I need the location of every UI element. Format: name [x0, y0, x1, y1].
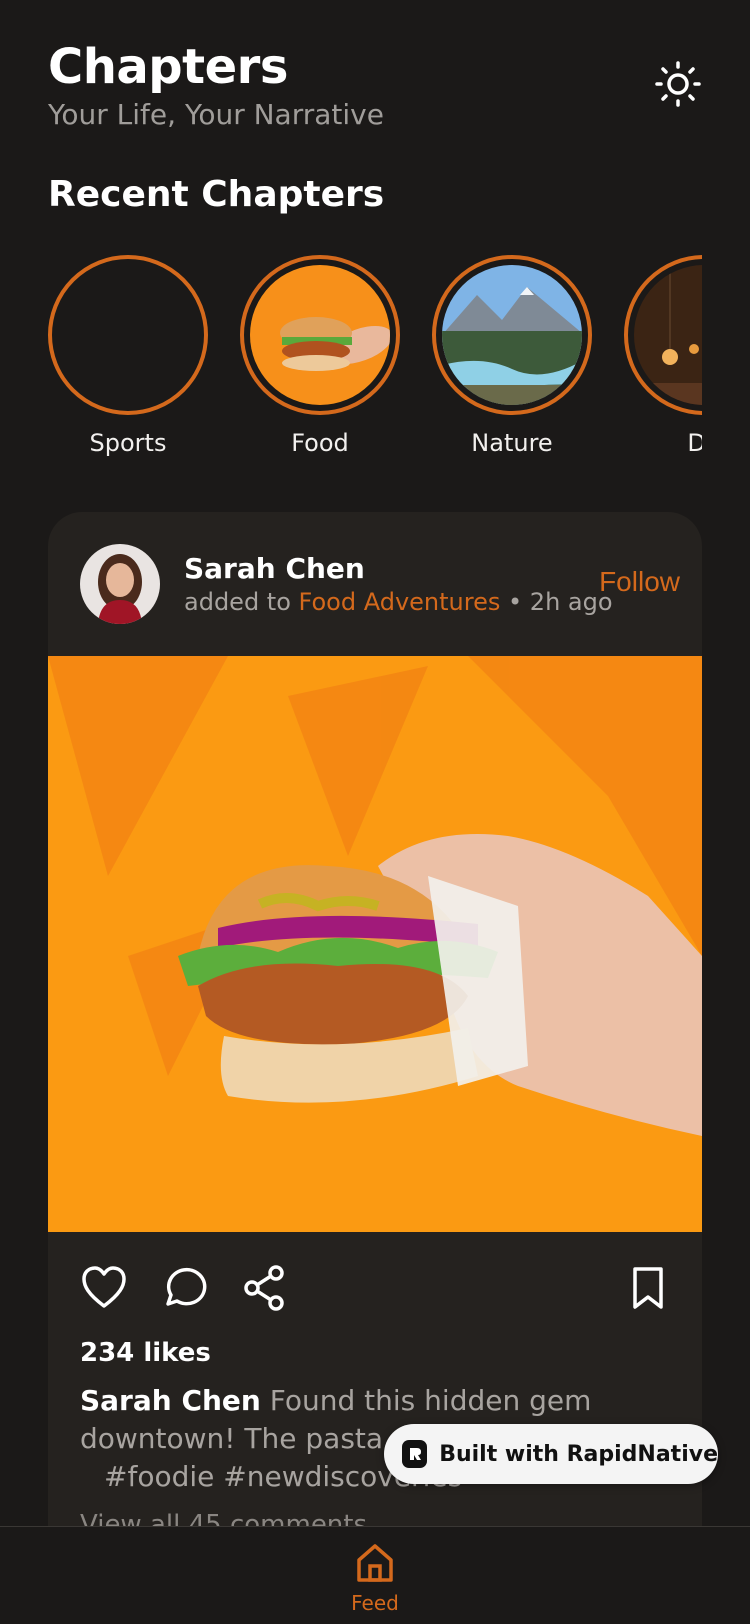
avatar[interactable]: [80, 544, 160, 624]
interior-thumbnail: [634, 265, 702, 405]
chapter-ring: [48, 255, 208, 415]
share-button[interactable]: [240, 1264, 288, 1312]
post-chapter-link[interactable]: Food Adventures: [299, 588, 501, 616]
badge-text: Built with RapidNative: [439, 1441, 718, 1467]
home-icon: [357, 1544, 393, 1582]
post-image[interactable]: [48, 656, 702, 1232]
app-header: Chapters Your Life, Your Narrative: [48, 38, 708, 131]
like-button[interactable]: [80, 1264, 128, 1312]
app-subtitle: Your Life, Your Narrative: [48, 98, 384, 131]
post-time: • 2h ago: [508, 588, 613, 616]
feed-screen: Chapters Your Life, Your Narrative Recen…: [0, 0, 750, 1624]
recent-chapters-carousel[interactable]: Sports Food Nature D: [48, 255, 702, 467]
food-thumbnail: [250, 265, 390, 405]
chapter-ring: [624, 255, 702, 415]
comment-button[interactable]: [160, 1264, 208, 1312]
chapter-label: Food: [291, 429, 349, 457]
nature-thumbnail: [442, 265, 582, 405]
post-author-name[interactable]: Sarah Chen: [184, 552, 365, 585]
chapter-item-sports[interactable]: Sports: [48, 255, 208, 457]
post-meta: added to Food Adventures • 2h ago: [184, 588, 613, 616]
chapter-item-partial[interactable]: De: [624, 255, 702, 457]
chapter-label: De: [687, 429, 702, 457]
like-count: 234 likes: [80, 1338, 211, 1368]
heart-icon: [82, 1266, 126, 1308]
sun-icon: [655, 61, 701, 107]
chapter-item-nature[interactable]: Nature: [432, 255, 592, 457]
tab-feed-label: Feed: [351, 1591, 399, 1615]
chapter-ring: [240, 255, 400, 415]
bookmark-button[interactable]: [624, 1264, 672, 1312]
post-header: Sarah Chen added to Food Adventures • 2h…: [80, 544, 680, 624]
chapter-label: Nature: [471, 429, 553, 457]
added-to-text: added to: [184, 588, 291, 616]
bottom-tab-bar: Feed: [0, 1526, 750, 1624]
chapter-item-food[interactable]: Food: [240, 255, 400, 457]
comment-icon: [166, 1267, 207, 1306]
share-icon: [244, 1265, 284, 1311]
chapter-label: Sports: [89, 429, 167, 457]
built-with-badge[interactable]: Built with RapidNative: [384, 1424, 718, 1484]
chapter-thumbnail-empty: [58, 265, 198, 405]
bookmark-icon: [633, 1267, 663, 1309]
caption-author[interactable]: Sarah Chen: [80, 1384, 261, 1417]
app-title: Chapters: [48, 39, 288, 95]
post-actions: [80, 1264, 680, 1312]
theme-toggle-button[interactable]: [654, 60, 702, 108]
tab-feed[interactable]: Feed: [330, 1541, 420, 1615]
chapter-ring: [432, 255, 592, 415]
recent-chapters-title: Recent Chapters: [48, 174, 385, 215]
follow-button[interactable]: Follow: [599, 566, 680, 598]
rapidnative-logo-icon: [402, 1440, 428, 1468]
